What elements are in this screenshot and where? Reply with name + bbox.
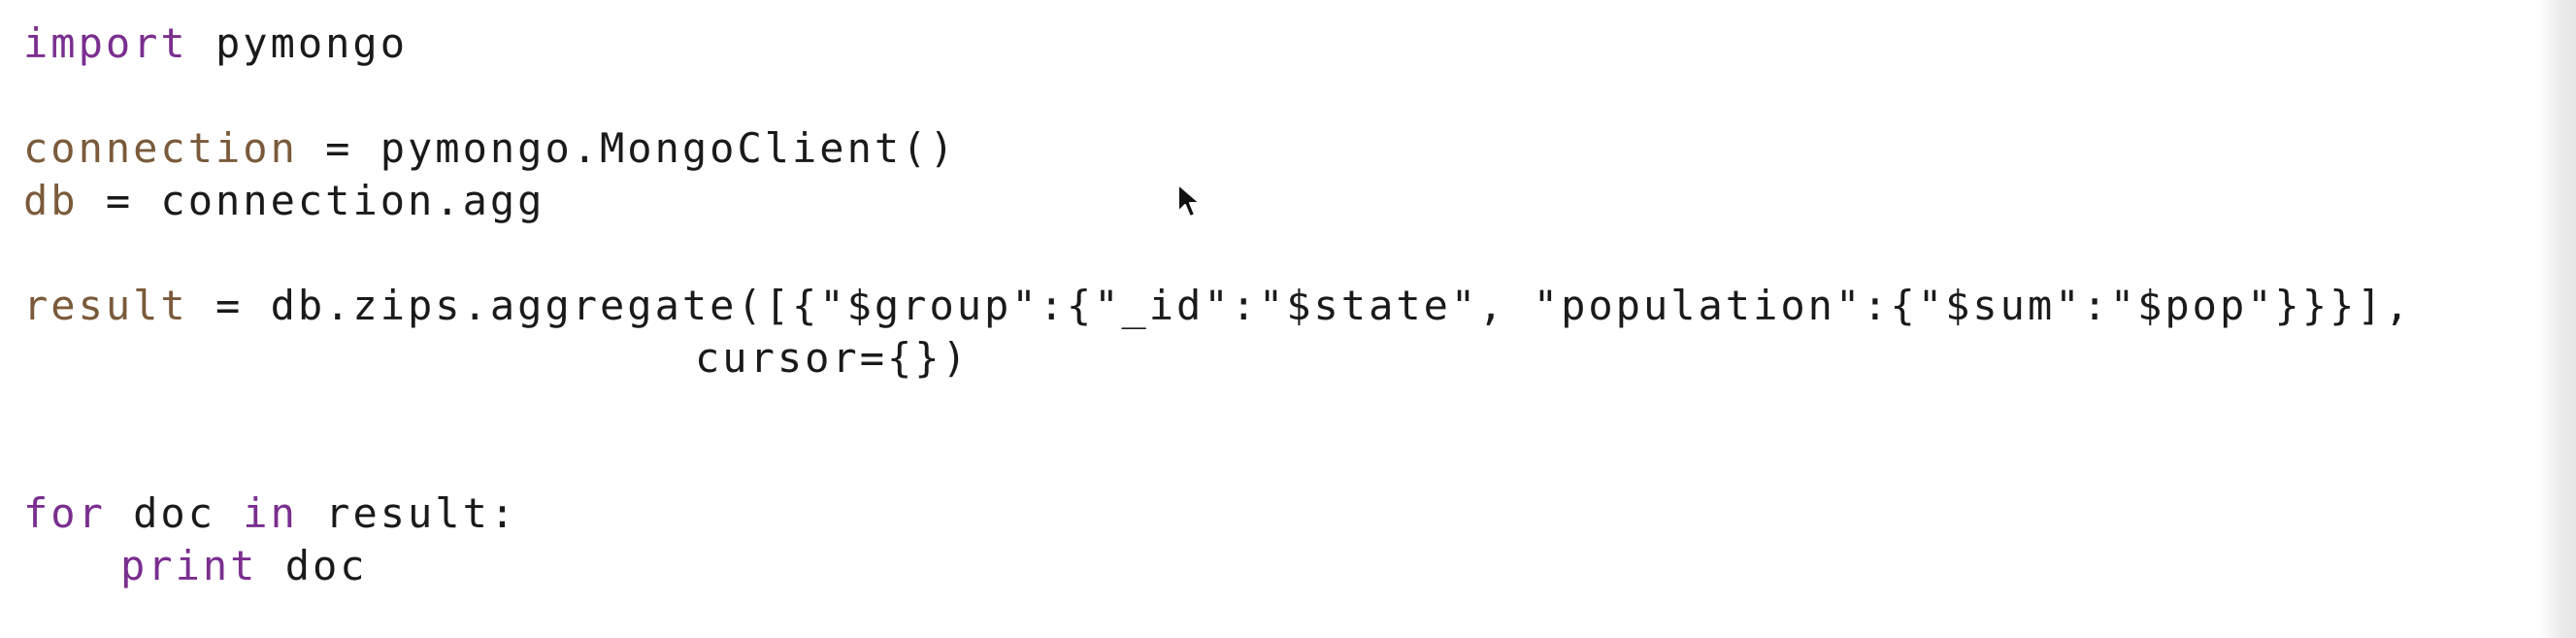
code-editor[interactable]: import pymongo connection = pymongo.Mong… [0,0,2576,638]
punctuation: : [1231,282,1259,329]
code-line-7: print doc [120,540,368,592]
keyword-for: for [23,489,106,537]
assignment-expression: = pymongo.MongoClient() [297,124,957,172]
punctuation: : [2082,282,2110,329]
variable-db: db [23,177,79,224]
loop-variable: doc [105,489,244,537]
code-line-6: for doc in result: [23,487,517,540]
punctuation: :{ [1863,282,1918,329]
module-name: pymongo [187,19,409,67]
keyword-import: import [23,19,188,67]
punctuation: }}}], [2274,282,2412,329]
keyword-in: in [243,489,298,537]
punctuation: :{ [1039,282,1095,329]
code-line-4: result = db.zips.aggregate([{"$group":{"… [23,280,2412,332]
assignment-expression: = connection.agg [78,177,545,224]
keyword-print: print [120,542,258,589]
print-argument: doc [257,542,368,589]
string-population: "population" [1533,282,1864,329]
code-line-1: import pymongo [23,17,408,70]
punctuation: , [1478,282,1534,329]
code-line-5: cursor={}) [695,332,970,385]
string-sum: "$sum" [1917,282,2083,329]
variable-result: result [23,282,188,329]
string-state: "$state" [1258,282,1479,329]
code-line-3: db = connection.agg [23,175,545,227]
code-line-2: connection = pymongo.MongoClient() [23,122,957,175]
string-pop: "$pop" [2109,282,2275,329]
variable-connection: connection [23,124,298,172]
cursor-argument: cursor={}) [695,334,970,382]
aggregate-call: = db.zips.aggregate([{ [187,282,820,329]
string-group: "$group" [819,282,1040,329]
arrow-pointer-icon [1177,184,1201,218]
loop-iterable: result: [297,489,518,537]
string-id: "_id" [1094,282,1232,329]
